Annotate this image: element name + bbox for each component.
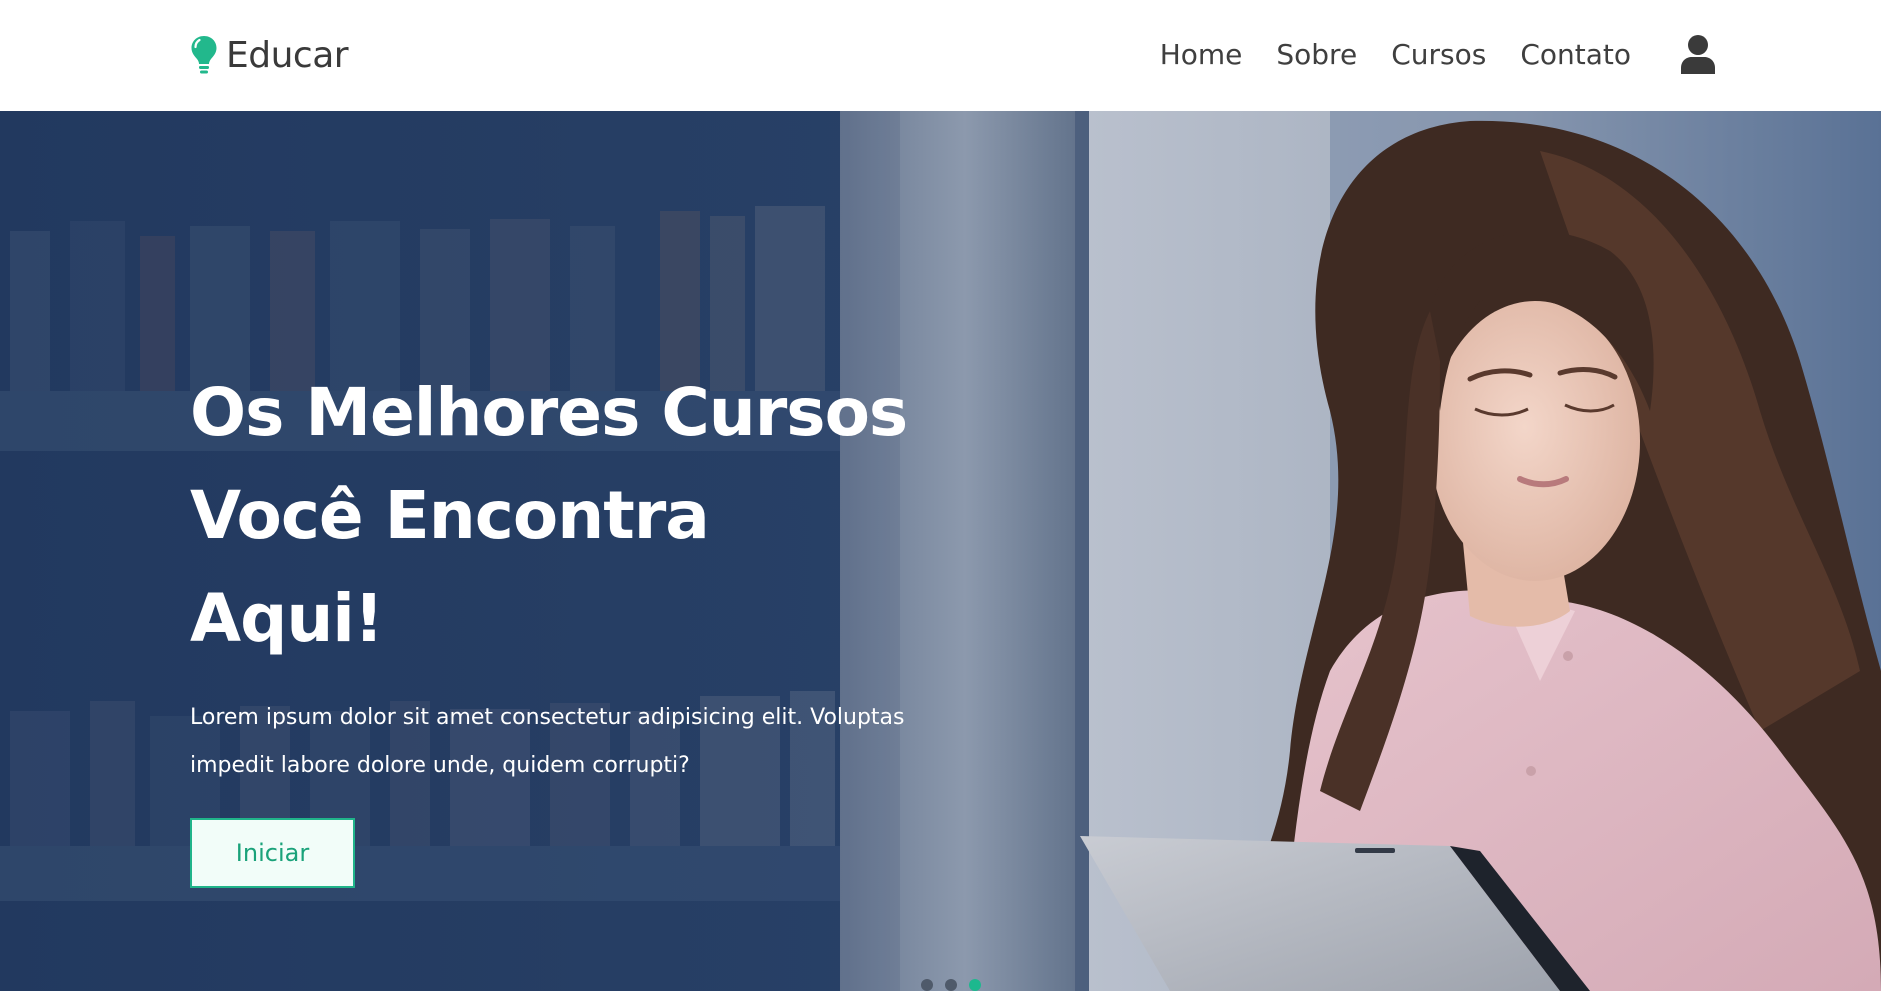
nav-link-contato[interactable]: Contato: [1520, 36, 1631, 74]
hero-title-line1: Os Melhores Cursos: [190, 374, 908, 451]
lightbulb-icon: [191, 36, 217, 74]
carousel-indicators: [921, 979, 993, 991]
navbar: Educar Home Sobre Cursos Contato: [0, 0, 1881, 111]
nav-link-cursos[interactable]: Cursos: [1391, 36, 1486, 74]
nav-link-home[interactable]: Home: [1160, 36, 1243, 74]
nav-link-sobre[interactable]: Sobre: [1276, 36, 1357, 74]
brand-logo-link[interactable]: Educar: [190, 34, 349, 76]
hero-title-line2: Você Encontra Aqui!: [190, 477, 710, 657]
carousel-dot-1[interactable]: [921, 979, 933, 991]
main-nav: Home Sobre Cursos Contato: [1160, 36, 1631, 74]
hero-title: Os Melhores Cursos Você Encontra Aqui!: [190, 361, 910, 670]
hero-section: Os Melhores Cursos Você Encontra Aqui! L…: [0, 111, 1881, 991]
hero-description: Lorem ipsum dolor sit amet consectetur a…: [190, 705, 905, 778]
hero-content: Os Melhores Cursos Você Encontra Aqui! L…: [190, 361, 910, 888]
carousel-dot-3[interactable]: [969, 979, 981, 991]
carousel-dot-2[interactable]: [945, 979, 957, 991]
user-icon[interactable]: [1680, 34, 1716, 74]
iniciar-button[interactable]: Iniciar: [190, 818, 355, 888]
brand-name: Educar: [226, 34, 349, 76]
